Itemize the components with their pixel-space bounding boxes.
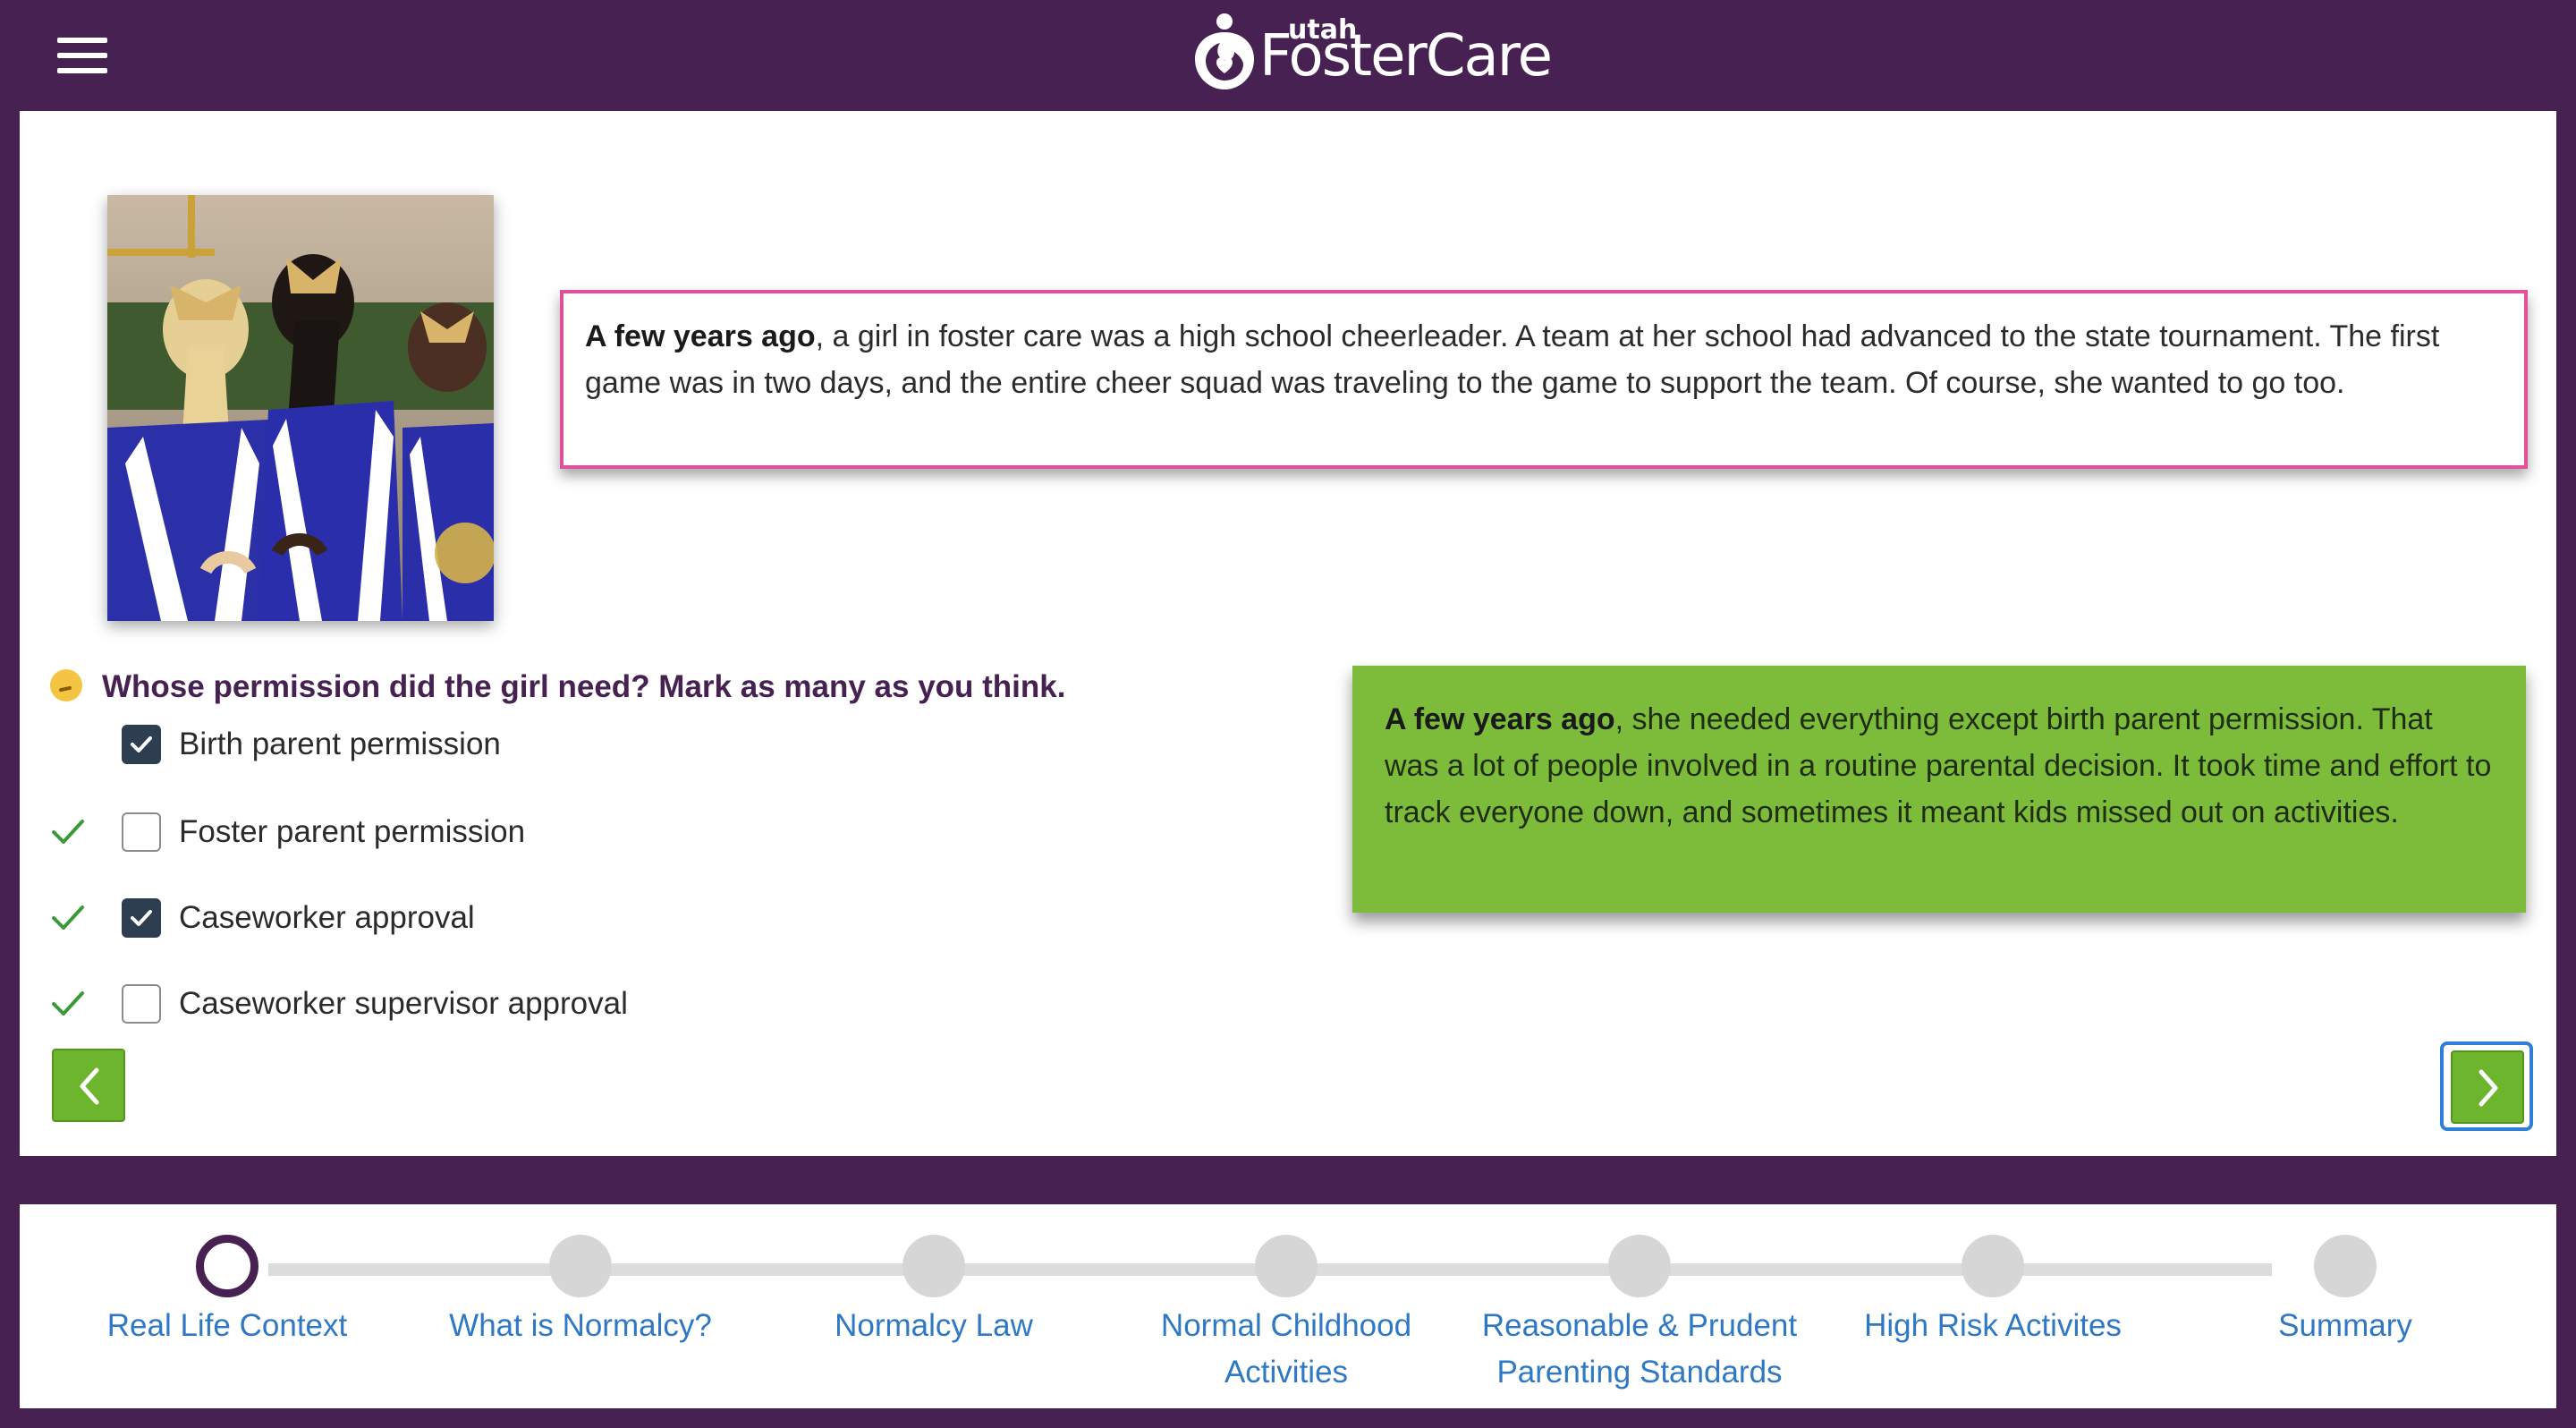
step-normalcy-law[interactable]: Normalcy Law bbox=[757, 1204, 1111, 1408]
checkmark-icon bbox=[131, 736, 152, 752]
checkbox-birth-parent[interactable] bbox=[122, 725, 161, 764]
step-label[interactable]: Reasonable & Prudent Parenting Standards bbox=[1462, 1303, 1817, 1396]
checkmark-icon bbox=[131, 910, 152, 926]
step-dot bbox=[902, 1235, 965, 1297]
story-box: A few years ago, a girl in foster care w… bbox=[560, 290, 2528, 469]
correct-check-icon bbox=[52, 905, 84, 930]
checkbox-foster-parent[interactable] bbox=[122, 812, 161, 852]
step-what-is-normalcy[interactable]: What is Normalcy? bbox=[403, 1204, 758, 1408]
step-dot bbox=[2314, 1235, 2377, 1297]
question: Whose permission did the girl need? Mark… bbox=[50, 660, 1123, 714]
correct-check-icon bbox=[52, 820, 84, 844]
progress-steps: Real Life Context What is Normalcy? Norm… bbox=[20, 1204, 2556, 1408]
option-label: Birth parent permission bbox=[179, 727, 501, 761]
step-label[interactable]: Normalcy Law bbox=[757, 1303, 1111, 1349]
step-dot bbox=[1608, 1235, 1671, 1297]
step-label[interactable]: What is Normalcy? bbox=[403, 1303, 758, 1349]
result-lead: A few years ago bbox=[1385, 702, 1615, 736]
next-button[interactable] bbox=[2451, 1050, 2524, 1124]
chevron-right-icon bbox=[2479, 1069, 2498, 1107]
answer-feedback-box: A few years ago, she needed everything e… bbox=[1352, 666, 2526, 913]
step-normal-childhood-activities[interactable]: Normal Childhood Activities bbox=[1109, 1204, 1463, 1408]
cheerleaders-photo bbox=[107, 195, 494, 621]
story-lead: A few years ago bbox=[585, 319, 816, 353]
question-text: Whose permission did the girl need? Mark… bbox=[102, 669, 1066, 704]
option-foster-parent[interactable]: Foster parent permission bbox=[50, 805, 945, 859]
option-label: Caseworker supervisor approval bbox=[179, 986, 628, 1021]
story-text: , a girl in foster care was a high schoo… bbox=[585, 319, 2440, 400]
step-high-risk-activities[interactable]: High Risk Activites bbox=[1816, 1204, 2170, 1408]
step-dot bbox=[549, 1235, 612, 1297]
option-label: Caseworker approval bbox=[179, 900, 475, 935]
thinking-face-icon bbox=[50, 668, 82, 701]
chevron-left-icon bbox=[80, 1067, 99, 1105]
logo-title: FosterCare bbox=[1259, 23, 1553, 89]
step-label[interactable]: Normal Childhood Activities bbox=[1109, 1303, 1463, 1396]
option-caseworker[interactable]: Caseworker approval bbox=[50, 891, 945, 945]
utah-foster-care-logo[interactable]: utah FosterCare bbox=[1190, 7, 1553, 97]
option-birth-parent[interactable]: Birth parent permission bbox=[50, 718, 945, 771]
step-reasonable-prudent[interactable]: Reasonable & Prudent Parenting Standards bbox=[1462, 1204, 1817, 1408]
step-dot-current bbox=[196, 1235, 258, 1297]
step-real-life-context[interactable]: Real Life Context bbox=[50, 1204, 404, 1408]
step-label[interactable]: Real Life Context bbox=[50, 1303, 404, 1349]
main-content: A few years ago, a girl in foster care w… bbox=[20, 111, 2556, 1156]
logo-mark-icon bbox=[1195, 13, 1254, 89]
menu-icon[interactable] bbox=[54, 34, 111, 77]
correct-check-icon bbox=[52, 991, 84, 1016]
step-summary[interactable]: Summary bbox=[2168, 1204, 2522, 1408]
step-dot bbox=[1962, 1235, 2024, 1297]
previous-button[interactable] bbox=[52, 1049, 125, 1122]
option-caseworker-supervisor[interactable]: Caseworker supervisor approval bbox=[50, 977, 945, 1031]
checkbox-caseworker[interactable] bbox=[122, 898, 161, 938]
step-label[interactable]: High Risk Activites bbox=[1816, 1303, 2170, 1349]
option-label: Foster parent permission bbox=[179, 814, 526, 849]
checkbox-caseworker-supervisor[interactable] bbox=[122, 984, 161, 1024]
step-label[interactable]: Summary bbox=[2168, 1303, 2522, 1349]
step-dot bbox=[1255, 1235, 1318, 1297]
top-bar: utah FosterCare bbox=[0, 0, 2576, 111]
